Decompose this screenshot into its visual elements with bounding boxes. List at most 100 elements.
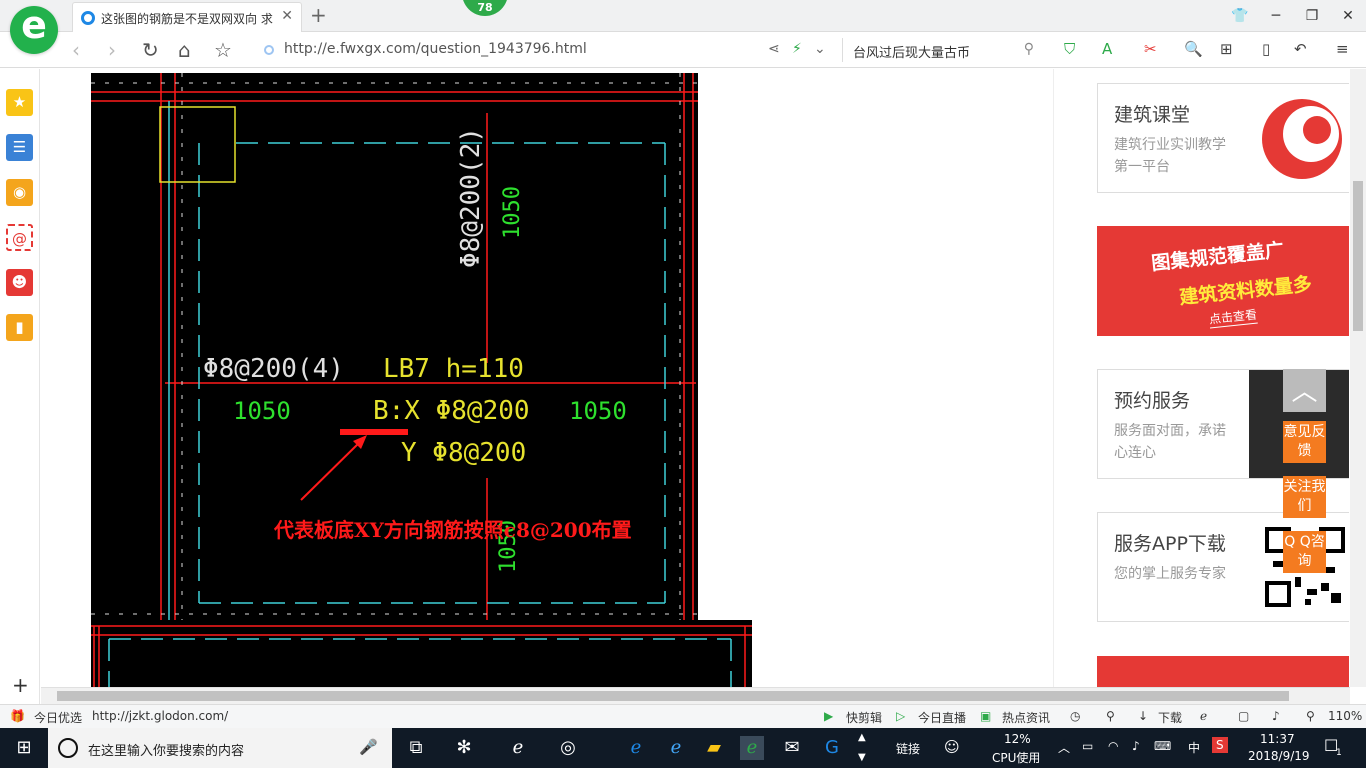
speaker-icon[interactable]: ♪ bbox=[1132, 739, 1140, 753]
gift-icon[interactable]: 🎁 bbox=[10, 709, 25, 723]
share-icon[interactable]: ⋖ bbox=[768, 41, 780, 57]
follow-button[interactable]: 关注我们 bbox=[1283, 476, 1326, 518]
left-length-label: 1050 bbox=[233, 397, 291, 425]
promo-button[interactable]: 点击查看 bbox=[1208, 305, 1258, 329]
cpu-label: CPU使用 bbox=[992, 751, 1041, 765]
vertical-scrollbar[interactable] bbox=[1350, 69, 1366, 687]
clock-date[interactable]: 2018/9/19 bbox=[1248, 749, 1310, 763]
shield-icon[interactable]: ⛉ bbox=[1064, 40, 1075, 58]
search-icon[interactable]: ⚲ bbox=[1024, 41, 1034, 57]
game-icon[interactable]: ☻ bbox=[6, 269, 33, 296]
wifi-icon[interactable]: ◠ bbox=[1108, 739, 1118, 753]
forward-button[interactable]: › bbox=[108, 38, 116, 62]
email-icon[interactable]: @ bbox=[6, 224, 33, 251]
window-icon[interactable]: ▢ bbox=[1238, 709, 1249, 723]
people-icon[interactable]: ☺ bbox=[944, 738, 960, 756]
spiral-app-icon[interactable]: ◎ bbox=[556, 736, 580, 760]
fan-app-icon[interactable]: ✻ bbox=[452, 736, 476, 760]
today-picks-link[interactable]: 今日优选 bbox=[34, 709, 82, 726]
hot-news-link[interactable]: 热点资讯 bbox=[1002, 709, 1050, 726]
speed-icon[interactable]: ◷ bbox=[1070, 709, 1080, 723]
tray-chevron-icon[interactable]: ︿ bbox=[1058, 739, 1070, 756]
edge-legacy-icon[interactable]: ℯ bbox=[506, 736, 530, 760]
mail-icon[interactable]: ✉ bbox=[780, 736, 804, 760]
minimize-button[interactable]: ─ bbox=[1258, 0, 1294, 32]
taskbar-search[interactable]: 在这里输入你要搜索的内容 🎤 bbox=[48, 728, 392, 768]
back-button[interactable]: ‹ bbox=[72, 38, 80, 62]
glodon-app-icon[interactable]: G bbox=[820, 736, 844, 760]
taskbar-search-input[interactable]: 在这里输入你要搜索的内容 bbox=[88, 740, 244, 759]
lightning-icon[interactable]: ⚡ bbox=[792, 41, 802, 57]
browser-task-icon[interactable]: ℯ bbox=[740, 736, 764, 760]
status-url: http://jzkt.glodon.com/ bbox=[92, 709, 229, 723]
close-tab-icon[interactable]: ✕ bbox=[281, 8, 293, 24]
pin-icon[interactable]: ⚲ bbox=[1106, 709, 1115, 723]
apps-grid-icon[interactable]: ⊞ bbox=[1220, 40, 1233, 58]
download-icon[interactable]: ↓ bbox=[1138, 709, 1148, 723]
promo-banner[interactable]: 图集规范覆盖广 建筑资料数量多 点击查看 bbox=[1097, 226, 1349, 336]
reading-list-icon[interactable]: ☰ bbox=[6, 134, 33, 161]
address-url[interactable]: http://e.fwxgx.com/question_1943796.html bbox=[284, 41, 587, 57]
quick-clip-link[interactable]: 快剪辑 bbox=[846, 709, 882, 726]
back-to-top-button[interactable]: ︿ bbox=[1283, 369, 1326, 412]
battery-icon[interactable]: ▭ bbox=[1082, 739, 1093, 753]
feedback-button[interactable]: 意见反馈 bbox=[1283, 421, 1326, 463]
notification-badge[interactable]: 78 bbox=[462, 0, 508, 16]
file-explorer-icon[interactable]: ▰ bbox=[702, 736, 726, 760]
vertical-scroll-thumb[interactable] bbox=[1353, 181, 1363, 331]
taskbar-scroll-down-icon[interactable]: ▼ bbox=[858, 752, 866, 763]
home-button[interactable]: ⌂ bbox=[178, 38, 191, 62]
live-link[interactable]: 今日直播 bbox=[918, 709, 966, 726]
restore-button[interactable]: ❐ bbox=[1294, 0, 1330, 32]
browser-logo-icon[interactable] bbox=[10, 3, 58, 54]
scissors-icon[interactable]: ✂ bbox=[1144, 40, 1157, 58]
new-tab-button[interactable]: + bbox=[310, 3, 327, 27]
favorites-star-icon[interactable]: ★ bbox=[6, 89, 33, 116]
links-toolbar[interactable]: 链接 bbox=[896, 740, 920, 757]
ie-mode-icon[interactable]: ℯ bbox=[1200, 709, 1207, 723]
ime-indicator[interactable]: 中 bbox=[1188, 739, 1200, 756]
horizontal-scroll-thumb[interactable] bbox=[57, 691, 1289, 701]
card-course[interactable]: 建筑课堂 建筑行业实训教学第一平台 bbox=[1097, 83, 1349, 193]
zoom-icon[interactable]: ⚲ bbox=[1306, 709, 1315, 723]
ie-icon[interactable]: ℯ bbox=[664, 736, 688, 760]
zoom-level[interactable]: 110% bbox=[1328, 709, 1362, 723]
notification-count: 1 bbox=[1336, 748, 1342, 758]
tab-strip: 这张图的钢筋是不是双网双向 求 ✕ + 78 👕 ─ ❐ ✕ bbox=[0, 0, 1366, 32]
clip-icon: ▶ bbox=[824, 709, 834, 723]
chevron-down-icon[interactable]: ⌄ bbox=[814, 41, 826, 57]
magnifier-icon[interactable]: 🔍 bbox=[1184, 40, 1203, 58]
promo-line1: 图集规范覆盖广 bbox=[1150, 239, 1285, 275]
clock-time[interactable]: 11:37 bbox=[1260, 732, 1295, 746]
address-bar[interactable]: http://e.fwxgx.com/question_1943796.html bbox=[256, 38, 836, 62]
cortana-icon[interactable] bbox=[58, 738, 78, 758]
red-banner[interactable] bbox=[1097, 656, 1349, 687]
notes-icon[interactable]: ▮ bbox=[6, 314, 33, 341]
download-link[interactable]: 下载 bbox=[1158, 709, 1182, 726]
undo-icon[interactable]: ↶ bbox=[1294, 40, 1307, 58]
favorite-star-button[interactable]: ☆ bbox=[214, 38, 232, 62]
tab-active[interactable]: 这张图的钢筋是不是双网双向 求 ✕ bbox=[72, 2, 302, 32]
shirt-icon[interactable]: 👕 bbox=[1222, 0, 1258, 32]
search-input[interactable]: 台风过后现大量古币 bbox=[853, 42, 970, 61]
search-box[interactable]: 台风过后现大量古币 ⚲ bbox=[842, 38, 1042, 62]
refresh-button[interactable]: ↻ bbox=[142, 38, 159, 62]
navigation-bar: ‹ › ↻ ⌂ ☆ http://e.fwxgx.com/question_19… bbox=[0, 32, 1366, 68]
edge-icon[interactable]: ℯ bbox=[624, 736, 648, 760]
volume-icon[interactable]: ♪ bbox=[1272, 709, 1280, 723]
reader-icon[interactable]: ▯ bbox=[1262, 40, 1270, 58]
taskbar-scroll-up-icon[interactable]: ▲ bbox=[858, 732, 866, 743]
weibo-icon[interactable]: ◉ bbox=[6, 179, 33, 206]
keyboard-icon[interactable]: ⌨ bbox=[1154, 739, 1171, 753]
card-app-title: 服务APP下载 bbox=[1114, 533, 1226, 555]
translate-icon[interactable]: A bbox=[1102, 40, 1112, 58]
menu-icon[interactable]: ≡ bbox=[1336, 40, 1349, 58]
microphone-icon[interactable]: 🎤 bbox=[359, 738, 378, 756]
close-window-button[interactable]: ✕ bbox=[1330, 0, 1366, 32]
windows-start-icon[interactable]: ⊞ bbox=[12, 736, 36, 760]
task-view-icon[interactable]: ⧉ bbox=[404, 736, 428, 760]
sogou-ime-icon[interactable]: S bbox=[1212, 737, 1228, 753]
qq-consult-button[interactable]: Q Q咨询 bbox=[1283, 531, 1326, 573]
horizontal-scrollbar[interactable] bbox=[41, 687, 1350, 704]
add-sidebar-button[interactable]: + bbox=[12, 673, 29, 697]
